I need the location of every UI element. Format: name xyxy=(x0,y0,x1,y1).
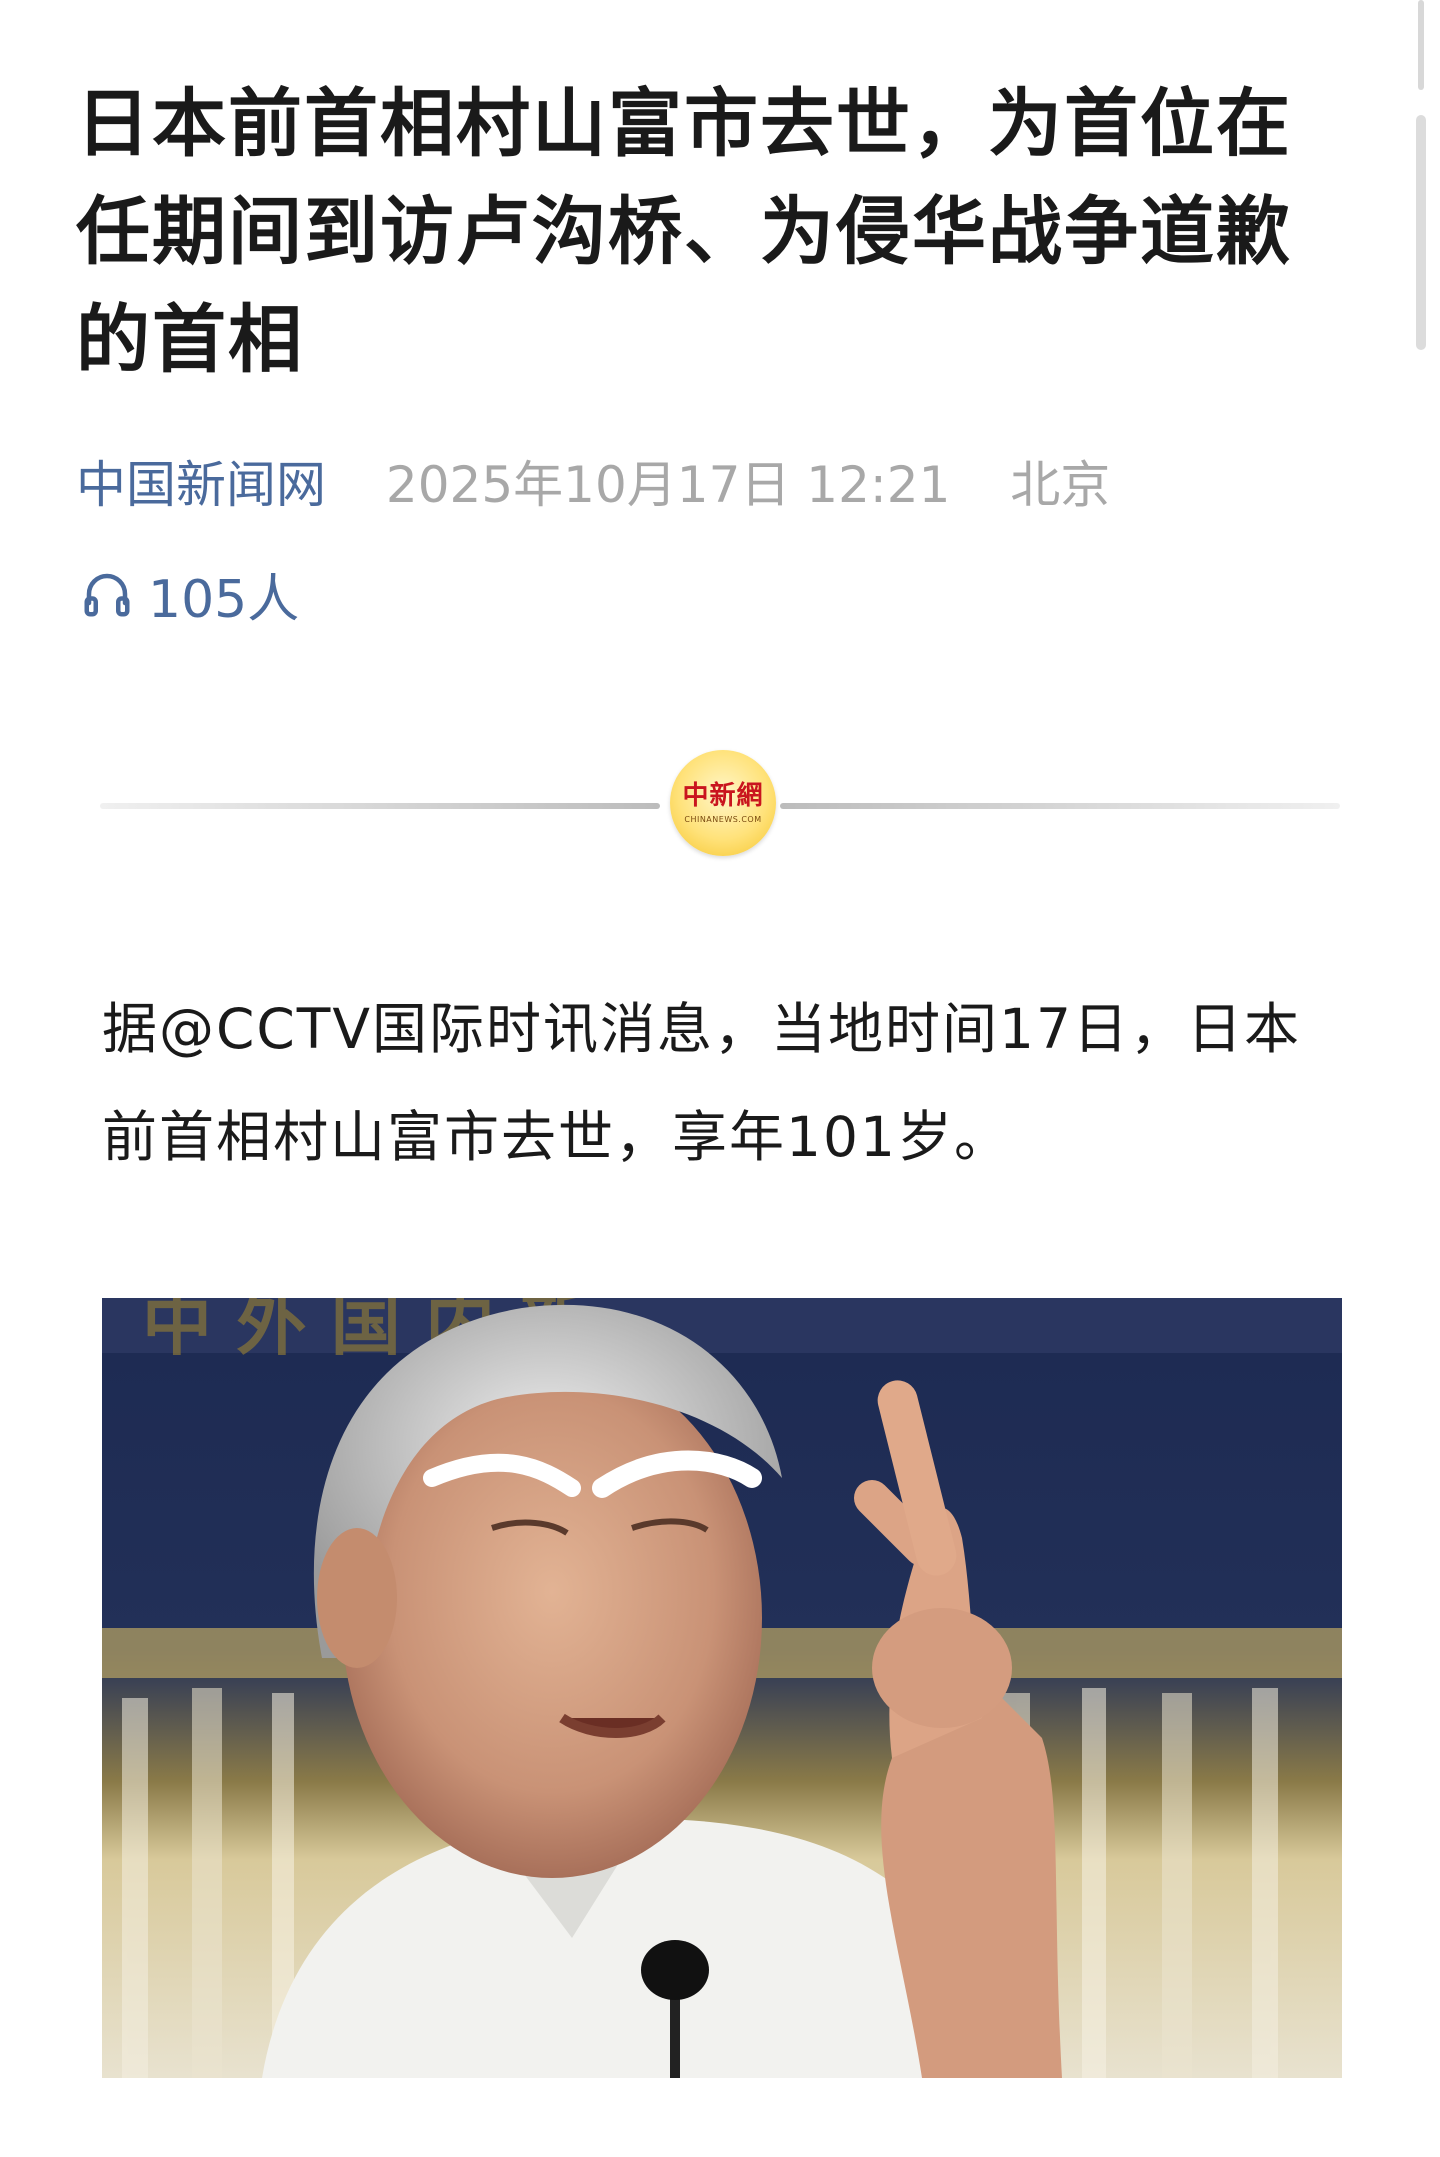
logo-text-cn: 中新網 xyxy=(682,781,764,811)
divider-line-right xyxy=(780,803,1340,809)
listen-count: 105人 xyxy=(148,569,300,630)
scrollbar-top-indicator xyxy=(1418,0,1424,90)
article-meta: 中国新闻网 2025年10月17日 12:21 北京 xyxy=(76,452,1110,518)
article-source-link[interactable]: 中国新闻网 xyxy=(76,456,326,514)
listen-button[interactable]: 105人 xyxy=(80,562,299,630)
headphones-icon xyxy=(84,573,130,617)
logo-text-en: CHINANEWS.COM xyxy=(684,815,762,824)
article-title: 日本前首相村山富市去世，为首位在任期间到访卢沟桥、为侵华战争道歉的首相 xyxy=(76,81,1292,383)
scrollbar-thumb[interactable] xyxy=(1416,115,1426,350)
divider-line-left xyxy=(100,803,660,809)
article-location: 北京 xyxy=(1010,456,1111,514)
article-datetime: 2025年10月17日 12:21 xyxy=(385,456,951,514)
article-photo[interactable]: 中 外 国 内 新 xyxy=(102,1298,1342,2078)
article-photo-image: 中 外 国 内 新 xyxy=(102,1298,1342,2078)
section-divider: 中新網 CHINANEWS.COM xyxy=(100,745,1340,865)
article-body-paragraph: 据@CCTV国际时讯消息，当地时间17日，日本前首相村山富市去世，享年101岁。 xyxy=(102,997,1302,1169)
chinanews-logo: 中新網 CHINANEWS.COM xyxy=(670,750,776,856)
scrollbar[interactable] xyxy=(1416,0,1426,350)
